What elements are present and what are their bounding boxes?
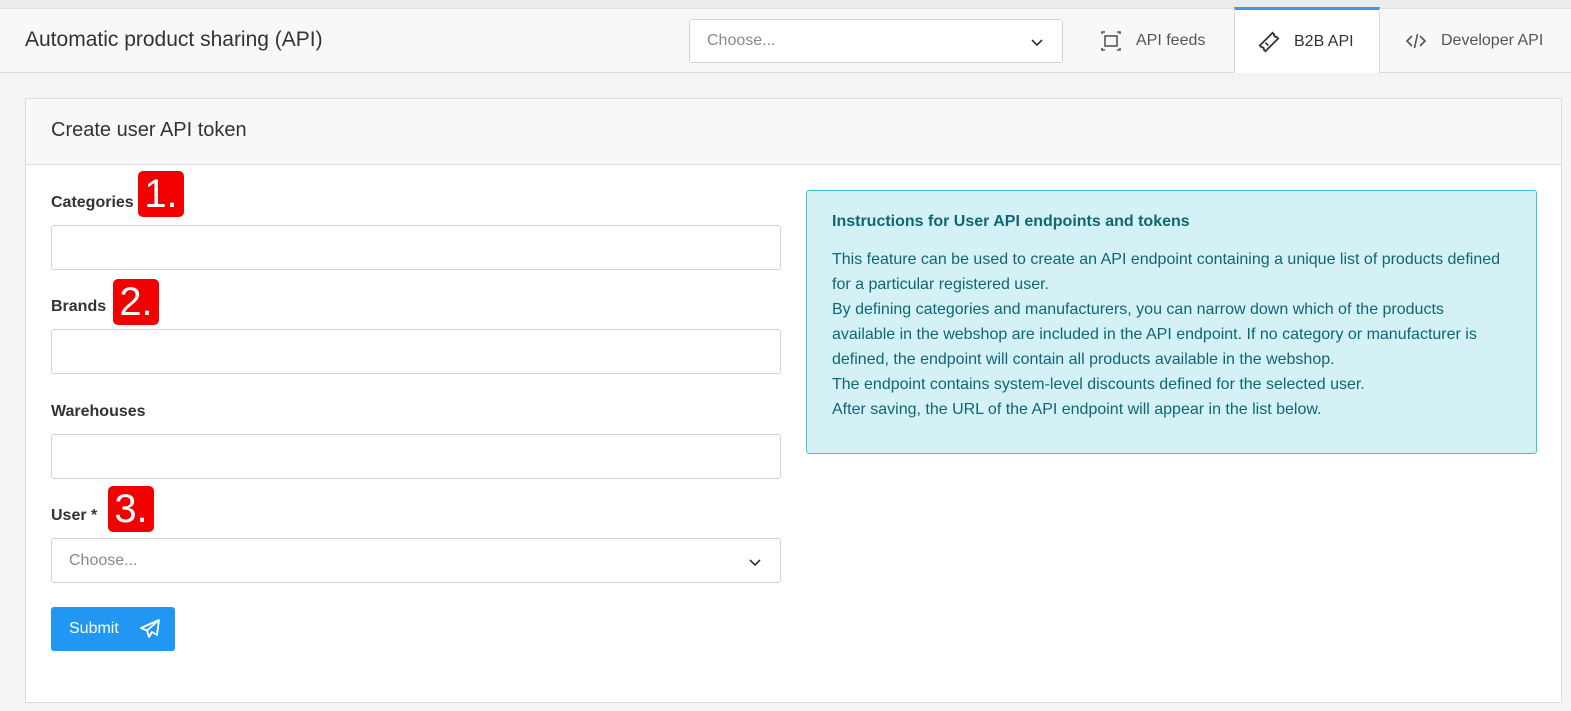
tab-b2b-api-label: B2B API [1294,32,1354,50]
instructions-title: Instructions for User API endpoints and … [832,213,1190,230]
page-title: Automatic product sharing (API) [25,28,323,51]
instructions-line: defined, the endpoint will contain all p… [832,351,1335,368]
instructions-line: By defining categories and manufacturers… [832,301,1444,318]
chevron-down-icon [749,559,761,567]
paper-plane-icon [139,619,160,638]
tab-api-feeds[interactable]: API feeds [1100,9,1205,73]
create-token-card: Create user API token Categories 1. Bran… [25,98,1562,703]
step-badge-3: 3. [108,486,154,532]
categories-label: Categories [51,194,134,211]
instructions-line: available in the webshop are included in… [832,326,1477,343]
tab-developer-api[interactable]: Developer API [1405,9,1543,73]
user-select-placeholder: Choose... [69,552,138,569]
submit-button-label: Submit [69,620,119,637]
warehouses-label: Warehouses [51,403,146,420]
code-icon [1405,33,1427,49]
header-select[interactable]: Choose... [689,19,1063,63]
step-badge-1: 1. [138,171,184,217]
expand-icon [1101,31,1121,51]
page-header: Automatic product sharing (API) Choose..… [0,7,1571,73]
instructions-line: The endpoint contains system-level disco… [832,376,1365,393]
submit-button[interactable]: Submit [51,607,175,651]
instructions-line: for a particular registered user. [832,276,1049,293]
user-select[interactable]: Choose... [51,538,781,583]
user-label: User * [51,507,98,524]
tab-developer-api-label: Developer API [1441,32,1544,49]
categories-input[interactable] [51,225,781,270]
instructions-alert: Instructions for User API endpoints and … [806,190,1537,454]
header-select-placeholder: Choose... [707,32,776,49]
brands-input[interactable] [51,329,781,374]
instructions-line: This feature can be used to create an AP… [832,251,1501,268]
chevron-down-icon [1031,39,1043,47]
ticket-icon [1258,31,1280,52]
card-title: Create user API token [26,99,1561,165]
brands-label: Brands [51,298,107,315]
instructions-line: After saving, the URL of the API endpoin… [832,401,1322,418]
tab-api-feeds-label: API feeds [1136,32,1206,49]
tab-b2b-api[interactable]: B2B API [1234,7,1380,73]
warehouses-input[interactable] [51,434,781,479]
step-badge-2: 2. [113,279,159,325]
